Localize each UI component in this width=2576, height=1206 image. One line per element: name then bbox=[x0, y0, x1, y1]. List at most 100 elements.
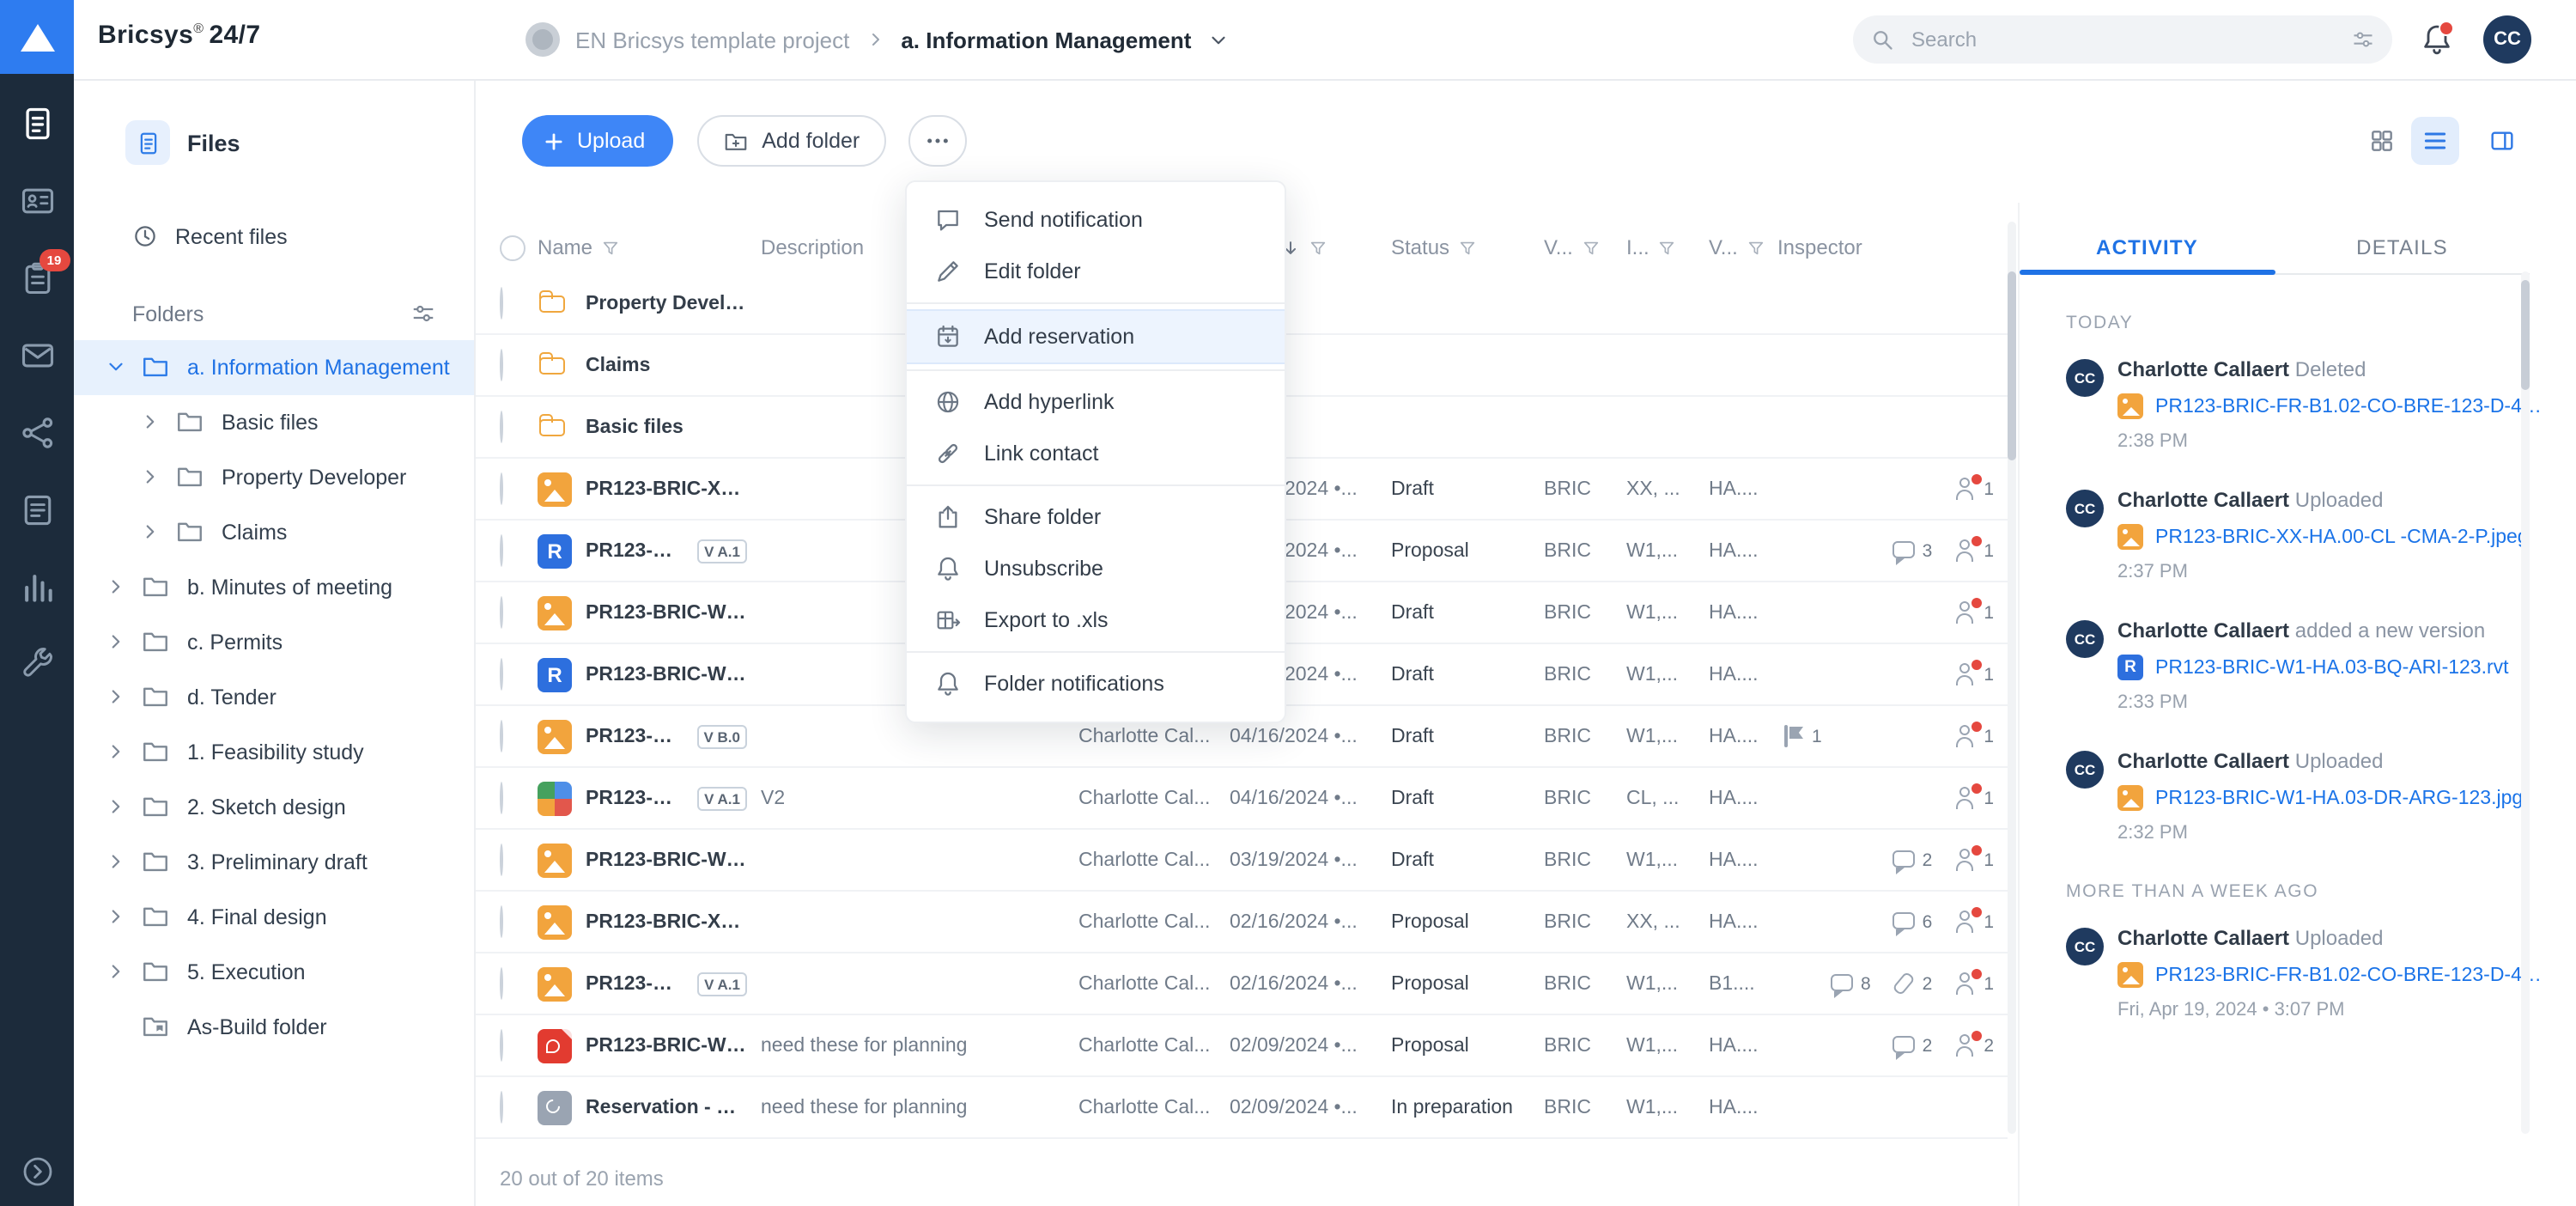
activity-item[interactable]: CC Charlotte Callaert Deleted PR123-BRIC… bbox=[2066, 357, 2499, 452]
activity-item[interactable]: CC Charlotte Callaert Uploaded PR123-BRI… bbox=[2066, 926, 2499, 1020]
row-badge[interactable]: 1 bbox=[1953, 600, 1994, 625]
menu-item[interactable] bbox=[907, 302, 1285, 304]
file-name-cell[interactable]: PR123-BRIC-XX-... bbox=[538, 472, 761, 506]
file-name-cell[interactable]: PR123-BRI... V B.0 bbox=[538, 719, 761, 753]
table-row[interactable]: PR123-BRI... V A.1 V2 Charlotte Cal... 0… bbox=[476, 768, 2008, 830]
file-name-cell[interactable]: PR123-BRIC-XX-... bbox=[538, 904, 761, 939]
menu-item[interactable]: Send notification bbox=[907, 194, 1285, 246]
file-name-cell[interactable]: PR123-BRI... V A.1 bbox=[538, 533, 761, 568]
folders-filter-icon[interactable] bbox=[410, 301, 436, 326]
tree-item[interactable]: b. Minutes of meeting bbox=[74, 560, 474, 615]
tree-chevron-icon[interactable] bbox=[105, 795, 129, 819]
file-name-cell[interactable]: Claims bbox=[538, 348, 761, 382]
tree-item[interactable]: d. Tender bbox=[74, 670, 474, 725]
add-folder-button[interactable]: Add folder bbox=[696, 115, 885, 167]
tree-chevron-icon[interactable] bbox=[105, 740, 129, 764]
panel-scrollbar-thumb[interactable] bbox=[2521, 280, 2530, 390]
tab-details[interactable]: DETAILS bbox=[2275, 222, 2530, 273]
rail-workflow-icon[interactable] bbox=[16, 412, 58, 454]
search-input[interactable] bbox=[1908, 26, 2351, 53]
menu-item[interactable]: Edit folder bbox=[907, 246, 1285, 297]
search-bar[interactable] bbox=[1853, 15, 2392, 64]
tree-chevron-icon[interactable] bbox=[105, 850, 129, 874]
tree-item[interactable]: 4. Final design bbox=[74, 890, 474, 945]
tree-item[interactable]: 5. Execution bbox=[74, 945, 474, 1000]
user-avatar[interactable]: CC bbox=[2483, 15, 2531, 64]
menu-item[interactable] bbox=[907, 484, 1285, 486]
activity-item[interactable]: CC Charlotte Callaert Uploaded PR123-BRI… bbox=[2066, 749, 2499, 844]
row-badge[interactable]: 2 bbox=[1892, 971, 1933, 996]
row-badge[interactable]: 1 bbox=[1953, 847, 1994, 873]
row-badge[interactable]: 1 bbox=[1953, 538, 1994, 563]
activity-file-link[interactable]: PR123-BRIC-XX-HA.00-CL -CMA-2-P.jpeg bbox=[2117, 524, 2529, 550]
tree-chevron-icon[interactable] bbox=[105, 905, 129, 929]
column-header-inspector[interactable]: Inspector bbox=[1777, 235, 1997, 259]
file-name-cell[interactable]: PR123-BRIC-W1-... bbox=[538, 595, 761, 630]
column-header-c1[interactable]: V... bbox=[1544, 235, 1626, 259]
tree-chevron-icon[interactable] bbox=[139, 521, 163, 545]
more-actions-button[interactable] bbox=[908, 115, 966, 167]
table-row[interactable]: Reservation - PR... need these for plann… bbox=[476, 1077, 2008, 1139]
file-name-cell[interactable]: PR123-BRI... V A.1 bbox=[538, 781, 761, 815]
tree-item[interactable]: c. Permits bbox=[74, 615, 474, 670]
bricsys-logo[interactable] bbox=[0, 0, 74, 74]
file-name-cell[interactable]: Reservation - PR... bbox=[538, 1090, 761, 1124]
column-header-c3[interactable]: V... bbox=[1709, 235, 1777, 259]
activity-file-link[interactable]: PR123-BRIC-W1-HA.03-DR-ARG-123.jpg bbox=[2117, 785, 2523, 811]
rail-files-icon[interactable] bbox=[16, 103, 58, 144]
tree-chevron-icon[interactable] bbox=[139, 411, 163, 435]
rail-reports-icon[interactable] bbox=[16, 567, 58, 608]
column-header-c2[interactable]: I... bbox=[1626, 235, 1709, 259]
rail-admin-icon[interactable] bbox=[16, 644, 58, 685]
row-badge[interactable]: 1 bbox=[1953, 661, 1994, 687]
row-badge[interactable]: 1 bbox=[1953, 971, 1994, 996]
chevron-down-icon[interactable] bbox=[1206, 28, 1229, 51]
search-filter-icon[interactable] bbox=[2351, 27, 2375, 52]
row-checkbox[interactable] bbox=[500, 286, 503, 319]
rail-mail-icon[interactable] bbox=[16, 335, 58, 376]
menu-item[interactable]: Link contact bbox=[907, 428, 1285, 479]
menu-item[interactable]: Add reservation bbox=[907, 309, 1285, 364]
table-row[interactable]: PR123-BRIC-XX-... Charlotte Cal... 02/16… bbox=[476, 892, 2008, 953]
notifications-bell-icon[interactable] bbox=[2416, 19, 2458, 60]
row-checkbox[interactable] bbox=[500, 1090, 503, 1123]
side-panel-toggle[interactable] bbox=[2478, 117, 2526, 165]
upload-button[interactable]: Upload bbox=[522, 115, 672, 167]
row-checkbox[interactable] bbox=[500, 966, 503, 999]
row-checkbox[interactable] bbox=[500, 533, 503, 566]
menu-item[interactable] bbox=[907, 369, 1285, 371]
menu-item[interactable]: Folder notifications bbox=[907, 658, 1285, 710]
tree-item[interactable]: 3. Preliminary draft bbox=[74, 835, 474, 890]
filter-icon[interactable] bbox=[1747, 238, 1765, 257]
filter-icon[interactable] bbox=[1458, 238, 1477, 257]
row-checkbox[interactable] bbox=[500, 904, 503, 937]
file-name-cell[interactable]: PR123-BRIC-W1-... bbox=[538, 843, 761, 877]
row-badge[interactable]: 1 bbox=[1781, 723, 1822, 749]
rail-tasks-icon[interactable]: 19 bbox=[16, 258, 58, 299]
rail-collapse-icon[interactable] bbox=[20, 1154, 54, 1189]
tree-chevron-icon[interactable] bbox=[105, 960, 129, 984]
activity-item[interactable]: CC Charlotte Callaert Uploaded PR123-BRI… bbox=[2066, 488, 2499, 582]
menu-item[interactable]: Unsubscribe bbox=[907, 543, 1285, 594]
menu-item[interactable]: Add hyperlink bbox=[907, 376, 1285, 428]
breadcrumb-project[interactable]: EN Bricsys template project bbox=[575, 27, 849, 52]
row-checkbox[interactable] bbox=[500, 781, 503, 813]
tree-chevron-icon[interactable] bbox=[105, 356, 129, 380]
row-checkbox[interactable] bbox=[500, 348, 503, 381]
breadcrumb-current[interactable]: a. Information Management bbox=[901, 27, 1191, 52]
file-name-cell[interactable]: PR123-BRIC-W1-... bbox=[538, 1028, 761, 1063]
activity-file-link[interactable]: PR123-BRIC-FR-B1.02-CO-BRE-123-D-4.p... bbox=[2117, 393, 2542, 419]
row-badge[interactable]: 6 bbox=[1892, 909, 1933, 935]
row-badge[interactable]: 1 bbox=[1953, 785, 1994, 811]
row-checkbox[interactable] bbox=[500, 843, 503, 875]
table-row[interactable]: PR123-BRIC-W1-... Charlotte Cal... 03/19… bbox=[476, 830, 2008, 892]
table-scrollbar-thumb[interactable] bbox=[2008, 271, 2016, 460]
table-row[interactable]: PR123-BRI... V A.1 Charlotte Cal... 02/1… bbox=[476, 953, 2008, 1015]
row-badge[interactable]: 2 bbox=[1892, 1032, 1933, 1058]
grid-view-toggle[interactable] bbox=[2358, 117, 2406, 165]
filter-icon[interactable] bbox=[1658, 238, 1677, 257]
column-header-status[interactable]: Status bbox=[1391, 235, 1544, 259]
file-name-cell[interactable]: Property Developer bbox=[538, 286, 761, 320]
tree-item[interactable]: Basic files bbox=[74, 395, 474, 450]
tree-item[interactable]: 2. Sketch design bbox=[74, 780, 474, 835]
